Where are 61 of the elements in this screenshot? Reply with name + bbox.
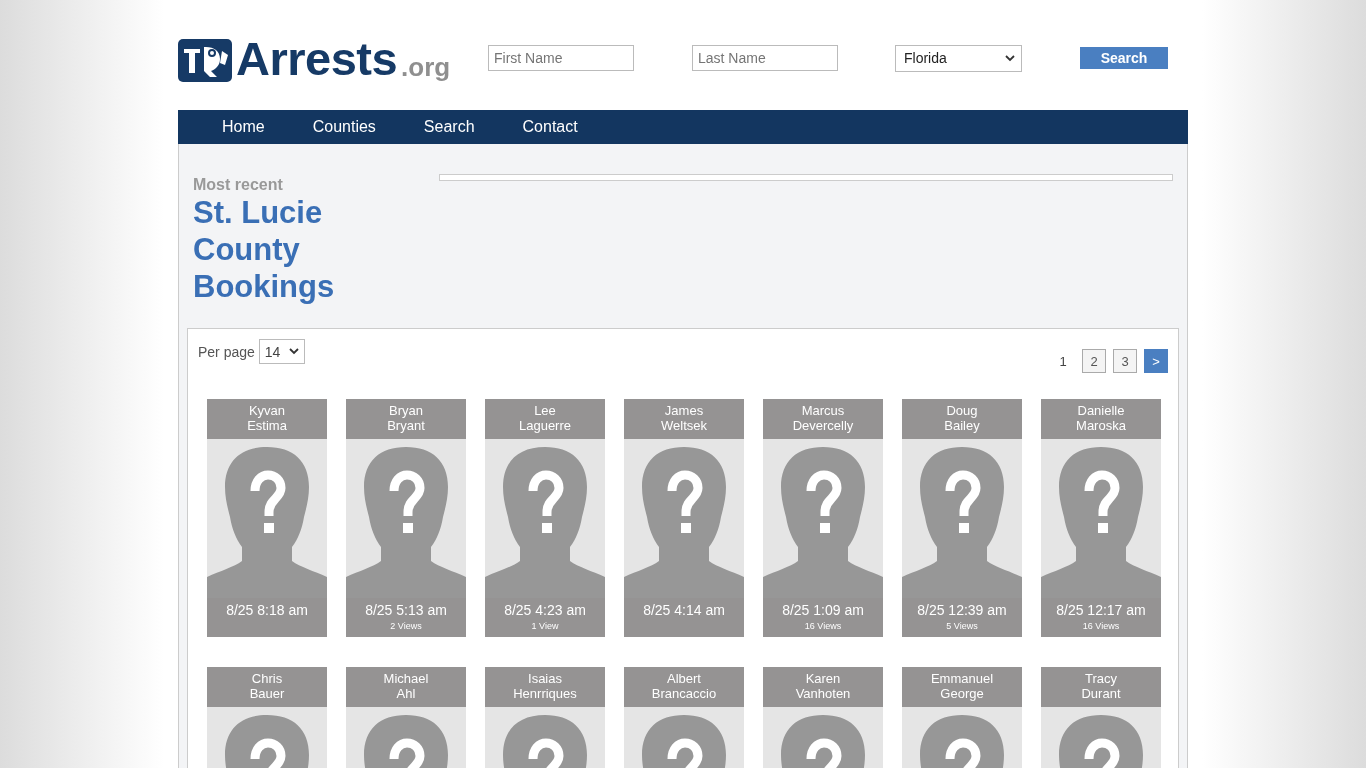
booking-card[interactable]: Albert Brancaccio: [624, 667, 744, 768]
booking-card[interactable]: Marcus Devercelly 8/25 1:09 am 16 Views: [763, 399, 883, 637]
inmate-name[interactable]: Isaias Henrriques: [485, 667, 605, 707]
booking-card[interactable]: Danielle Maroska 8/25 12:17 am 16 Views: [1041, 399, 1161, 637]
kicker-text: Most recent: [193, 176, 284, 194]
booking-time: 8/25 1:09 am: [782, 602, 864, 618]
booking-card[interactable]: Lee Laguerre 8/25 4:23 am 1 View: [485, 399, 605, 637]
booking-card[interactable]: Michael Ahl: [346, 667, 466, 768]
inmate-name[interactable]: Bryan Bryant: [346, 399, 466, 439]
chevron-down-icon: [288, 348, 299, 355]
booking-time: 8/25 5:13 am: [365, 602, 447, 618]
nav-link[interactable]: Search: [423, 110, 475, 144]
chevron-down-icon: [1005, 54, 1015, 62]
booking-time: 8/25 4:23 am: [504, 602, 586, 618]
page-title: St. Lucie County Bookings: [193, 194, 336, 305]
state-dropdown[interactable]: Florida: [895, 44, 1022, 72]
inmate-name[interactable]: Chris Bauer: [207, 667, 327, 707]
inmate-name[interactable]: James Weltsek: [624, 399, 744, 439]
nav-link[interactable]: Home: [222, 110, 265, 144]
inmate-name[interactable]: Doug Bailey: [902, 399, 1022, 439]
inmate-name[interactable]: Emmanuel George: [902, 667, 1022, 707]
last-name-field[interactable]: Last Name: [692, 45, 838, 71]
per-page-dropdown[interactable]: 14: [258, 339, 305, 364]
inmate-name[interactable]: Karen Vanhoten: [763, 667, 883, 707]
booking-card[interactable]: Kyvan Estima 8/25 8:18 am: [207, 399, 327, 637]
booking-card[interactable]: Bryan Bryant 8/25 5:13 am 2 Views: [346, 399, 466, 637]
inmate-name[interactable]: Marcus Devercelly: [763, 399, 883, 439]
booking-card[interactable]: Karen Vanhoten: [763, 667, 883, 768]
booking-card[interactable]: Tracy Durant: [1041, 667, 1161, 768]
inmate-name[interactable]: Lee Laguerre: [485, 399, 605, 439]
view-count: 5 Views: [946, 621, 978, 631]
logo-suffix: .org: [401, 53, 451, 80]
page-button[interactable]: 3: [1113, 349, 1137, 373]
page-button[interactable]: 1: [1051, 349, 1075, 373]
view-count: 16 Views: [1082, 621, 1120, 631]
booking-card[interactable]: Emmanuel George: [902, 667, 1022, 768]
inmate-name[interactable]: Kyvan Estima: [207, 399, 327, 439]
inmate-name[interactable]: Michael Ahl: [346, 667, 466, 707]
booking-time: 8/25 4:14 am: [643, 602, 725, 618]
view-count: 1 View: [531, 621, 559, 631]
logo-text[interactable]: Arrests: [236, 34, 398, 82]
view-count: 16 Views: [804, 621, 842, 631]
logo-icon: [178, 38, 232, 82]
search-button[interactable]: Search: [1080, 47, 1168, 69]
inmate-name[interactable]: Tracy Durant: [1041, 667, 1161, 707]
first-name-field[interactable]: First Name: [488, 45, 634, 71]
booking-card[interactable]: Isaias Henrriques: [485, 667, 605, 768]
nav-link[interactable]: Contact: [522, 110, 578, 144]
view-count: 2 Views: [390, 621, 422, 631]
nav-link[interactable]: Counties: [312, 110, 376, 144]
per-page-label: Per page: [198, 343, 255, 360]
booking-time: 8/25 12:17 am: [1056, 602, 1146, 618]
inmate-name[interactable]: Danielle Maroska: [1041, 399, 1161, 439]
next-page-button[interactable]: >: [1144, 349, 1168, 373]
booking-time: 8/25 12:39 am: [917, 602, 1007, 618]
booking-time: 8/25 8:18 am: [226, 602, 308, 618]
booking-card[interactable]: Doug Bailey 8/25 12:39 am 5 Views: [902, 399, 1022, 637]
booking-card[interactable]: James Weltsek 8/25 4:14 am: [624, 399, 744, 637]
booking-card[interactable]: Chris Bauer: [207, 667, 327, 768]
inmate-name[interactable]: Albert Brancaccio: [624, 667, 744, 707]
page-button[interactable]: 2: [1082, 349, 1106, 373]
